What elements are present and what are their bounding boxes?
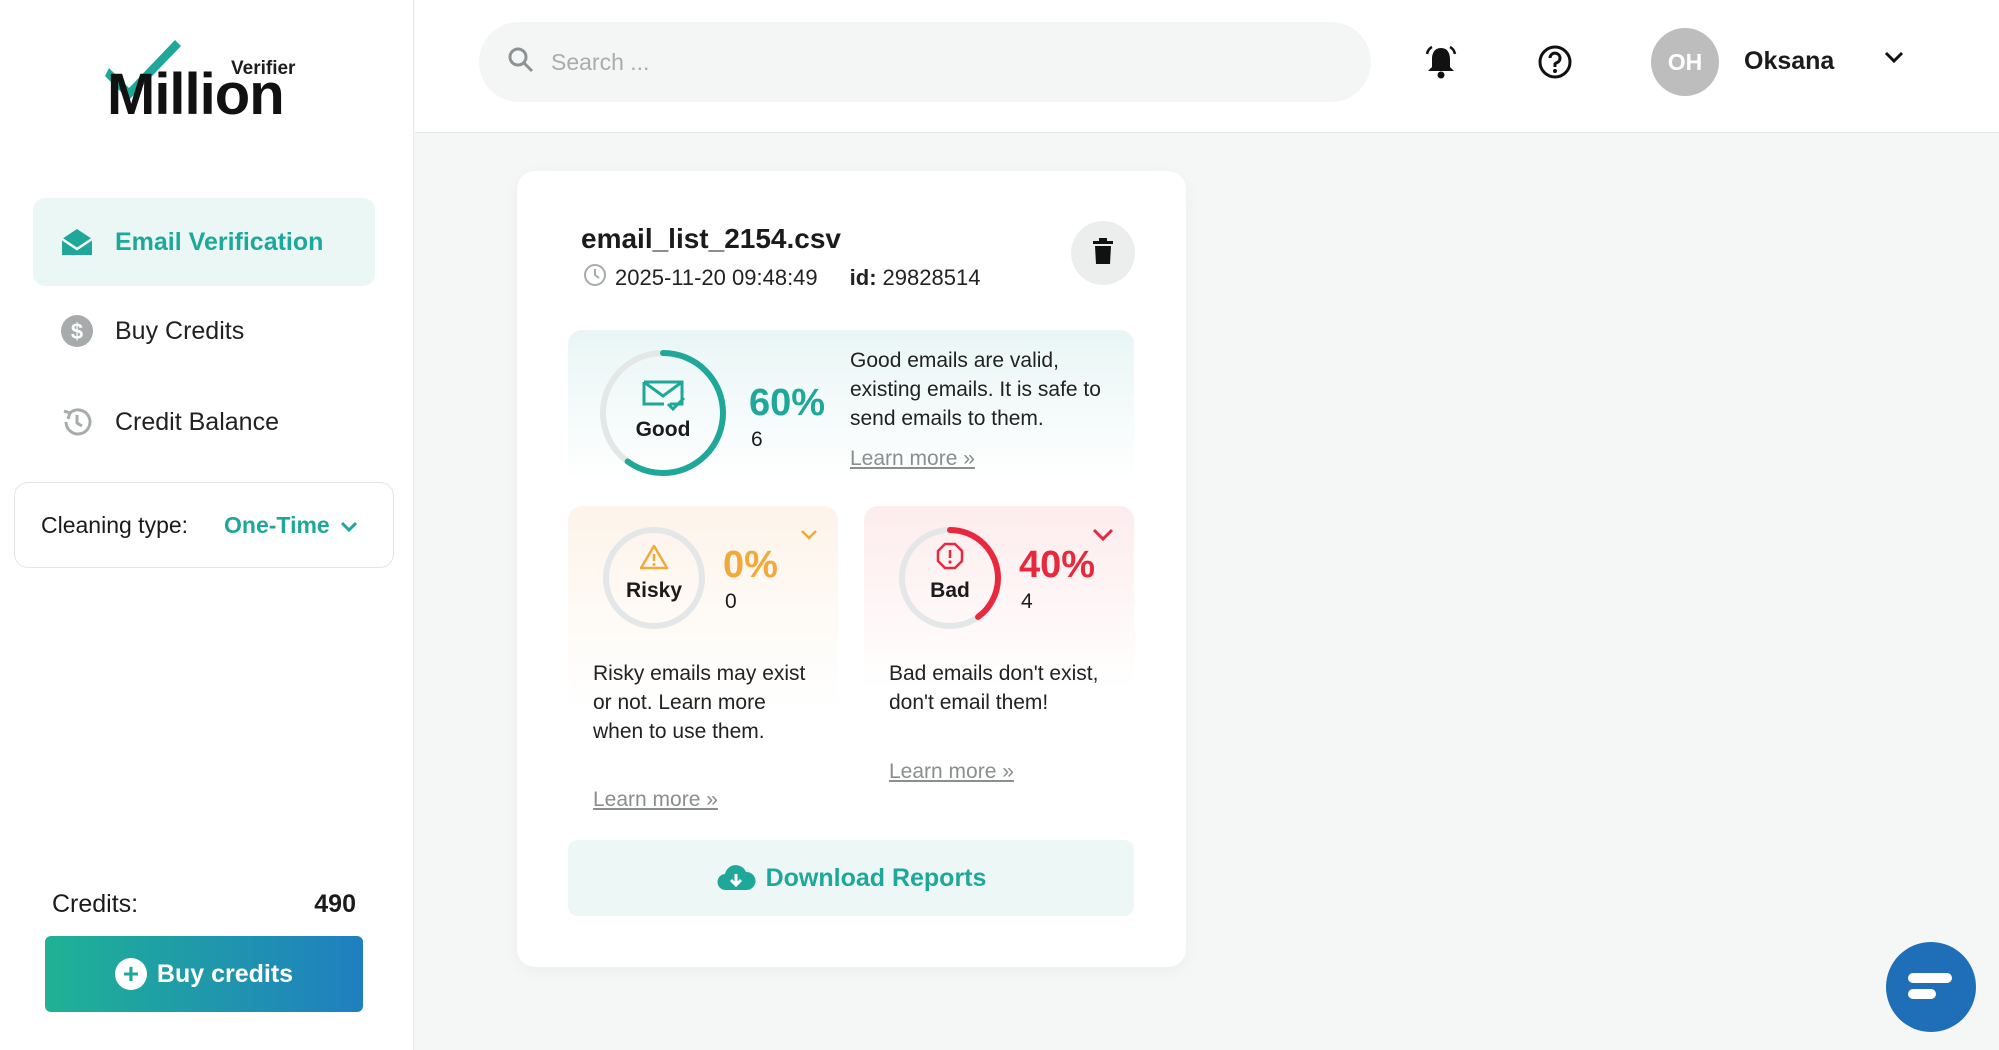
sidebar: Verifier Million Email Verification $ Bu… [0,0,414,1050]
logo-million-text: Million [107,62,285,127]
dollar-coin-icon: $ [59,313,95,349]
risky-summary-panel[interactable]: Risky 0% 0 Risky emails may exist or not… [568,506,838,811]
risky-learn-more-link[interactable]: Learn more » [593,788,718,812]
history-clock-icon [59,404,95,440]
file-timestamp: 2025-11-20 09:48:49 [615,265,818,290]
top-header: OH Oksana [415,0,1999,133]
good-count: 6 [751,428,763,451]
bad-count: 4 [1021,590,1033,613]
clock-icon [583,263,607,293]
cleaning-type-selector[interactable]: Cleaning type: One-Time [14,482,394,568]
cloud-download-icon [717,865,756,891]
risky-description: Risky emails may exist or not. Learn mor… [593,662,806,743]
bad-summary-panel[interactable]: Bad 40% 4 Bad emails don't exist, don't … [864,506,1134,783]
stop-octagon-icon [936,542,964,570]
search-icon [507,46,535,79]
sidebar-item-buy-credits[interactable]: $ Buy Credits [33,287,375,375]
download-reports-label: Download Reports [765,863,987,892]
chevron-down-icon[interactable] [1883,50,1905,69]
good-ring-chart [600,350,726,476]
chat-icon [1908,973,1952,999]
bad-learn-more-link[interactable]: Learn more » [889,760,1014,784]
file-meta: 2025-11-20 09:48:49 id: 29828514 [583,263,980,293]
logo[interactable]: Verifier Million [105,36,305,124]
trash-icon [1092,237,1114,269]
sidebar-item-label: Email Verification [115,227,324,256]
avatar[interactable]: OH [1651,28,1719,96]
file-id-value: 29828514 [882,265,981,290]
good-description: Good emails are valid, existing emails. … [850,349,1101,430]
verification-result-card: email_list_2154.csv 2025-11-20 09:48:49 … [517,171,1186,967]
user-name[interactable]: Oksana [1744,47,1834,76]
envelope-check-icon [642,380,686,412]
plus-circle-icon: + [114,958,147,990]
svg-text:$: $ [71,319,83,344]
sidebar-item-label: Credit Balance [115,407,279,436]
search-input[interactable] [551,48,1251,76]
good-summary-panel: Good 60% 6 Good emails are valid, existi… [568,330,1134,482]
risky-ring-chart [603,527,705,629]
search-bar[interactable] [479,22,1371,102]
buy-credits-button[interactable]: + Buy credits [45,936,363,1012]
open-envelope-icon [59,224,95,260]
bad-description: Bad emails don't exist, don't email them… [889,662,1099,714]
bad-percent: 40% [1019,544,1096,586]
cleaning-type-value[interactable]: One-Time [224,512,330,539]
delete-button[interactable] [1071,221,1135,285]
download-reports-button[interactable]: Download Reports [568,840,1134,916]
risky-label: Risky [625,579,683,602]
bad-ring-chart [899,527,1001,629]
sidebar-item-label: Buy Credits [115,316,245,345]
buy-credits-label: Buy credits [156,959,294,988]
credits-summary: Credits: 490 [52,890,356,919]
risky-count: 0 [725,590,737,613]
cleaning-type-label: Cleaning type: [41,511,189,538]
help-question-icon[interactable] [1535,42,1575,82]
good-percent: 60% [749,382,826,424]
file-id-label: id: [849,265,877,290]
good-label: Good [635,418,691,441]
chevron-down-icon[interactable] [800,528,818,546]
bad-label: Bad [930,579,970,602]
notification-bell-icon[interactable] [1421,42,1461,82]
risky-percent: 0% [723,544,778,586]
good-learn-more-link[interactable]: Learn more » [850,447,975,471]
chevron-down-icon [340,512,358,539]
chat-widget-button[interactable] [1886,942,1976,1032]
credits-label: Credits: [52,890,139,918]
warning-triangle-icon [639,544,669,570]
sidebar-item-credit-balance[interactable]: Credit Balance [33,378,375,466]
chevron-down-icon[interactable] [1092,528,1114,547]
file-name: email_list_2154.csv [581,223,841,254]
sidebar-item-email-verification[interactable]: Email Verification [33,198,375,286]
credits-value: 490 [314,890,356,918]
